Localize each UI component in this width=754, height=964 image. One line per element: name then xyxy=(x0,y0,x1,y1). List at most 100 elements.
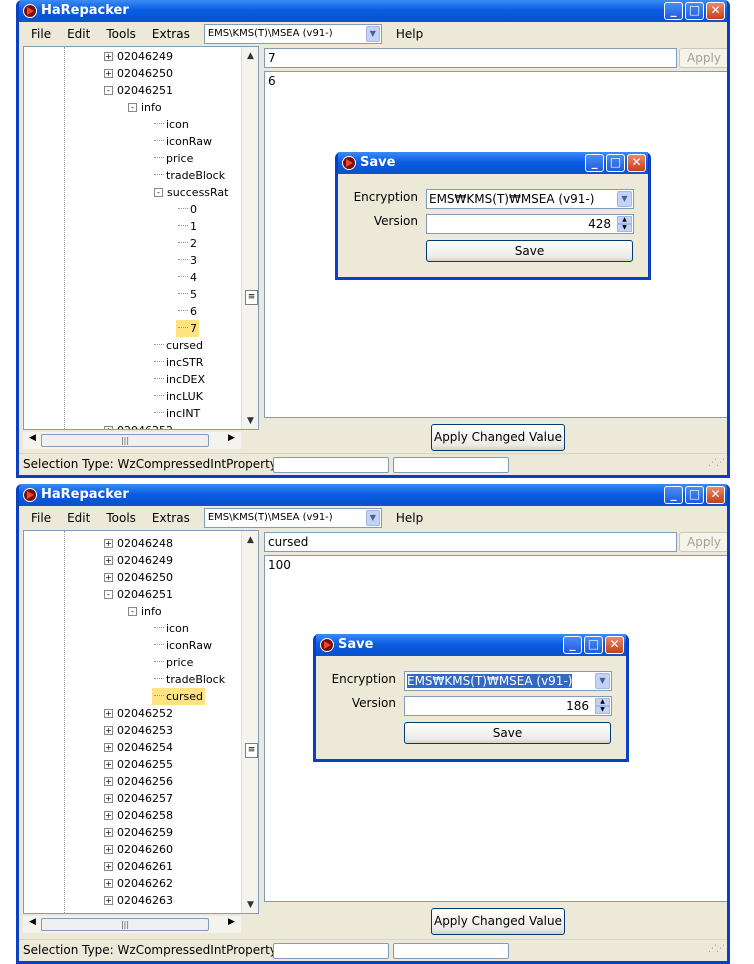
expand-icon[interactable]: + xyxy=(104,556,113,565)
expand-icon[interactable]: + xyxy=(104,539,113,548)
tree-vertical-scrollbar[interactable]: ▲ ≡ ▼ xyxy=(241,47,258,429)
title-bar[interactable]: HaRepacker _ □ ✕ xyxy=(19,0,727,22)
tree-node[interactable]: -02046251 xyxy=(102,82,175,99)
tree-horizontal-scrollbar[interactable]: ◀ ||| ▶ xyxy=(23,916,241,933)
expand-icon[interactable]: + xyxy=(104,794,113,803)
expand-icon[interactable]: + xyxy=(104,862,113,871)
maximize-button[interactable]: □ xyxy=(685,486,704,504)
resize-grip-icon[interactable]: ⋰⋰ xyxy=(708,453,725,473)
dialog-minimize-button[interactable]: _ xyxy=(585,154,604,172)
encoding-combo[interactable]: EMS\KMS(T)\MSEA (v91-) ▼ xyxy=(203,508,382,528)
menu-tools[interactable]: Tools xyxy=(98,27,144,41)
tree-node[interactable]: cursed xyxy=(152,337,205,354)
tree-node[interactable]: +02046252 xyxy=(102,705,175,722)
encryption-select[interactable]: EMS₩KMS(T)₩MSEA (v91-) ▼ xyxy=(404,671,612,691)
expand-icon[interactable]: + xyxy=(104,777,113,786)
menu-tools[interactable]: Tools xyxy=(98,511,144,525)
dialog-minimize-button[interactable]: _ xyxy=(563,636,582,654)
tree-node[interactable]: tradeBlock xyxy=(152,167,227,184)
tree-node[interactable]: price xyxy=(152,654,195,671)
tree-node[interactable]: +02046261 xyxy=(102,858,175,875)
collapse-icon[interactable]: - xyxy=(104,590,113,599)
tree-node[interactable]: icon xyxy=(152,116,191,133)
close-button[interactable]: ✕ xyxy=(706,2,725,20)
save-button[interactable]: Save xyxy=(404,722,611,744)
scroll-right-icon[interactable]: ▶ xyxy=(224,917,239,927)
tree-node[interactable]: 3 xyxy=(176,252,199,269)
dialog-close-button[interactable]: ✕ xyxy=(605,636,624,654)
step-up-icon[interactable]: ▲ xyxy=(617,216,632,224)
expand-icon[interactable]: + xyxy=(104,811,113,820)
tree-node[interactable]: +02046250 xyxy=(102,569,175,586)
expand-icon[interactable]: + xyxy=(104,743,113,752)
expand-icon[interactable]: + xyxy=(104,879,113,888)
scroll-down-icon[interactable]: ▼ xyxy=(243,414,258,429)
tree-node[interactable]: +02046250 xyxy=(102,65,175,82)
tree-node[interactable]: +02046259 xyxy=(102,824,175,841)
apply-button[interactable]: Apply xyxy=(679,48,727,68)
tree-node[interactable]: -02046251 xyxy=(102,586,175,603)
scroll-up-icon[interactable]: ▲ xyxy=(243,49,258,64)
menu-extras[interactable]: Extras xyxy=(144,511,198,525)
expand-icon[interactable]: + xyxy=(104,726,113,735)
tree-node[interactable]: incSTR xyxy=(152,354,205,371)
apply-button[interactable]: Apply xyxy=(679,532,727,552)
tree-node[interactable]: +02046263 xyxy=(102,892,175,909)
scroll-right-icon[interactable]: ▶ xyxy=(224,433,239,443)
close-button[interactable]: ✕ xyxy=(706,486,725,504)
tree-node[interactable]: +02046256 xyxy=(102,773,175,790)
tree-node[interactable]: +02046260 xyxy=(102,841,175,858)
tree-node[interactable]: 2 xyxy=(176,235,199,252)
save-button[interactable]: Save xyxy=(426,240,633,262)
tree-node[interactable]: incLUK xyxy=(152,388,205,405)
dialog-maximize-button[interactable]: □ xyxy=(606,154,625,172)
scroll-thumb[interactable]: ≡ xyxy=(245,743,258,758)
chevron-down-icon[interactable]: ▼ xyxy=(365,510,380,526)
dialog-title-bar[interactable]: Save _ □ ✕ xyxy=(338,152,648,174)
collapse-icon[interactable]: - xyxy=(104,86,113,95)
chevron-down-icon[interactable]: ▼ xyxy=(365,26,380,42)
collapse-icon[interactable]: - xyxy=(128,103,137,112)
apply-changed-value-button[interactable]: Apply Changed Value xyxy=(431,908,565,935)
tree-node[interactable]: +02046257 xyxy=(102,790,175,807)
tree-node[interactable]: +02046262 xyxy=(102,875,175,892)
tree-node[interactable]: 0 xyxy=(176,201,199,218)
chevron-down-icon[interactable]: ▼ xyxy=(595,673,610,689)
tree-node[interactable]: +02046254 xyxy=(102,739,175,756)
chevron-down-icon[interactable]: ▼ xyxy=(617,191,632,207)
tree-node[interactable]: 7 xyxy=(176,320,199,337)
horizontal-scroll-thumb[interactable]: ||| xyxy=(41,434,209,447)
minimize-button[interactable]: _ xyxy=(664,486,683,504)
menu-help[interactable]: Help xyxy=(388,27,431,41)
expand-icon[interactable]: + xyxy=(104,828,113,837)
tree-node[interactable]: 5 xyxy=(176,286,199,303)
menu-edit[interactable]: Edit xyxy=(59,27,98,41)
encryption-select[interactable]: EMS₩KMS(T)₩MSEA (v91-) ▼ xyxy=(426,189,634,209)
dialog-maximize-button[interactable]: □ xyxy=(584,636,603,654)
tree-node[interactable]: +02046264 xyxy=(102,909,175,913)
horizontal-scroll-thumb[interactable]: ||| xyxy=(41,918,209,931)
tree-view[interactable]: ▲ ≡ ▼ +02046248 +02046249 +02046250-020462… xyxy=(23,530,259,914)
tree-node[interactable]: - info xyxy=(126,603,164,620)
resize-grip-icon[interactable]: ⋰⋰ xyxy=(708,939,725,959)
title-bar[interactable]: HaRepacker _ □ ✕ xyxy=(19,484,727,506)
tree-node[interactable]: cursed xyxy=(152,688,206,705)
tree-node[interactable]: - info xyxy=(126,99,164,116)
version-stepper[interactable]: 428 ▲ ▼ xyxy=(426,214,634,234)
menu-edit[interactable]: Edit xyxy=(59,511,98,525)
property-name-field[interactable]: cursed xyxy=(264,532,677,552)
tree-vertical-scrollbar[interactable]: ▲ ≡ ▼ xyxy=(241,531,258,913)
expand-icon[interactable]: + xyxy=(104,52,113,61)
collapse-icon[interactable]: - xyxy=(154,188,163,197)
tree-node[interactable]: +02046248 xyxy=(102,535,175,552)
expand-icon[interactable]: + xyxy=(104,760,113,769)
tree-view[interactable]: ▲ ≡ ▼ +02046249 +02046250-02046251- info ic… xyxy=(23,46,259,430)
tree-horizontal-scrollbar[interactable]: ◀ ||| ▶ xyxy=(23,432,241,449)
step-down-icon[interactable]: ▼ xyxy=(595,706,610,714)
expand-icon[interactable]: + xyxy=(104,69,113,78)
tree-node[interactable]: iconRaw xyxy=(152,133,214,150)
tree-node[interactable]: 4 xyxy=(176,269,199,286)
encoding-combo[interactable]: EMS\KMS(T)\MSEA (v91-) ▼ xyxy=(203,24,382,44)
expand-icon[interactable]: + xyxy=(104,845,113,854)
dialog-title-bar[interactable]: Save _ □ ✕ xyxy=(316,634,626,656)
